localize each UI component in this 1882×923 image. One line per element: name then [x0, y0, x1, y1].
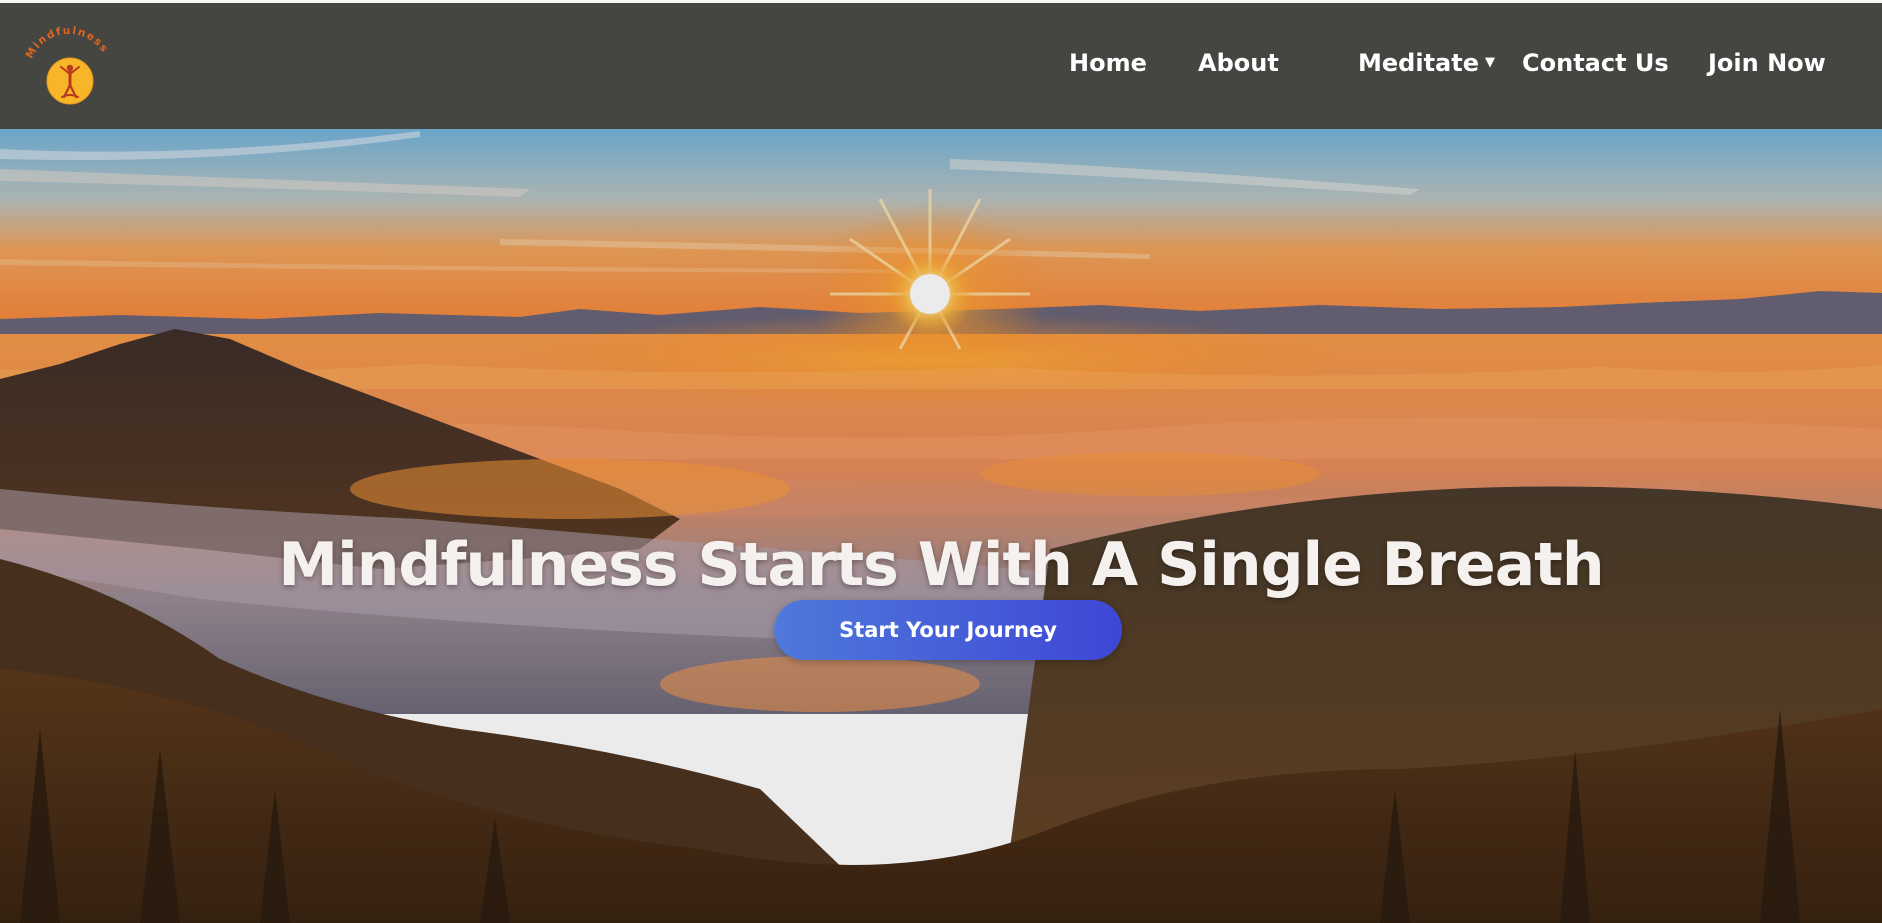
hero-section: Mindfulness Starts With A Single Breath … — [0, 129, 1882, 923]
nav-meditate-label: Meditate — [1358, 49, 1479, 77]
logo-text: Mindfulness — [24, 25, 110, 61]
page: Mindfulness Home About Meditate ▼ Contact… — [0, 0, 1882, 923]
nav-about[interactable]: About — [1198, 49, 1279, 77]
nav-meditate[interactable]: Meditate ▼ — [1358, 49, 1495, 77]
svg-text:Mindfulness: Mindfulness — [24, 25, 112, 61]
navbar: Mindfulness Home About Meditate ▼ Contact… — [0, 3, 1882, 129]
brand-logo[interactable]: Mindfulness — [22, 23, 116, 109]
hero-background-image — [0, 129, 1882, 923]
meditating-figure-sun-icon: Mindfulness — [24, 25, 112, 105]
start-journey-button[interactable]: Start Your Journey — [774, 600, 1122, 660]
hero-title: Mindfulness Starts With A Single Breath — [278, 530, 1604, 601]
nav-contact-us[interactable]: Contact Us — [1522, 49, 1669, 77]
nav-join-now[interactable]: Join Now — [1708, 49, 1826, 77]
nav-home[interactable]: Home — [1069, 49, 1147, 77]
caret-down-icon: ▼ — [1484, 55, 1495, 70]
